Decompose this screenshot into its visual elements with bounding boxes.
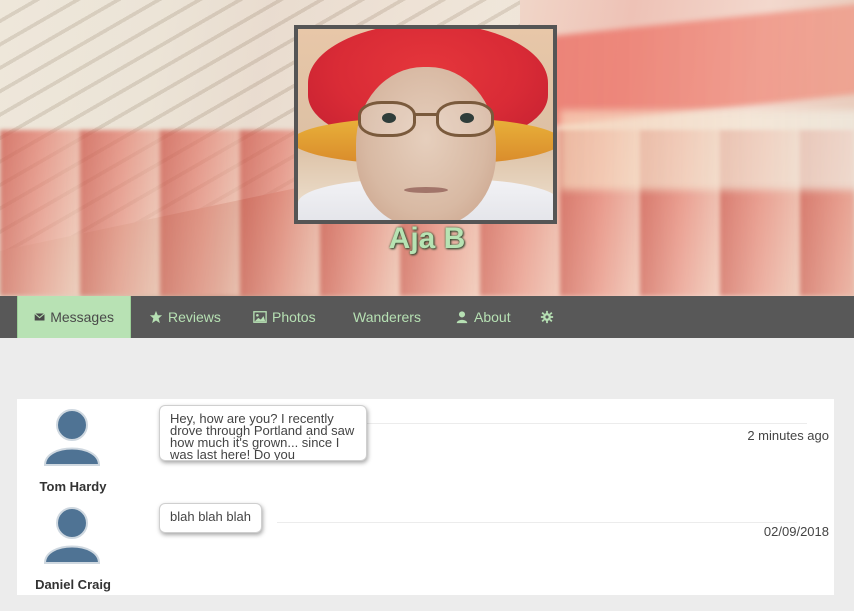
tab-label: Wanderers bbox=[353, 309, 421, 325]
avatar-face bbox=[356, 67, 496, 220]
star-icon bbox=[149, 310, 163, 324]
sender-name: Daniel Craig bbox=[35, 577, 111, 592]
cover-streak bbox=[560, 110, 854, 190]
tab-wanderers[interactable]: Wanderers bbox=[337, 296, 437, 338]
message-divider bbox=[367, 423, 807, 424]
message-divider bbox=[277, 522, 797, 523]
avatar-mouth bbox=[404, 187, 448, 193]
tab-messages[interactable]: Messages bbox=[17, 296, 131, 338]
sender-name: Tom Hardy bbox=[39, 479, 107, 494]
message-text: blah blah blah bbox=[170, 509, 251, 524]
avatar-placeholder-icon bbox=[43, 507, 101, 564]
profile-name: Aja B bbox=[388, 222, 466, 255]
message-time: 02/09/2018 bbox=[763, 524, 829, 539]
message-bubble[interactable]: Hey, how are you? I recently drove throu… bbox=[159, 405, 367, 461]
message-list: Tom Hardy Hey, how are you? I recently d… bbox=[17, 399, 834, 595]
avatar-glasses-bridge bbox=[414, 113, 438, 116]
list-item[interactable]: Daniel Craig blah blah blah 02/09/2018 bbox=[17, 497, 834, 595]
avatar-eye bbox=[382, 113, 396, 123]
tab-label: Reviews bbox=[168, 309, 221, 325]
cover-streak bbox=[540, 2, 854, 128]
profile-avatar[interactable] bbox=[294, 25, 557, 224]
tab-photos[interactable]: Photos bbox=[237, 296, 332, 338]
tab-label: Messages bbox=[50, 309, 114, 325]
tab-label: Photos bbox=[272, 309, 316, 325]
avatar-glasses bbox=[358, 101, 498, 141]
message-text: Hey, how are you? I recently drove throu… bbox=[170, 411, 355, 461]
avatar-placeholder-icon bbox=[43, 409, 101, 466]
list-item[interactable]: Tom Hardy Hey, how are you? I recently d… bbox=[17, 399, 834, 497]
message-bubble[interactable]: blah blah blah bbox=[159, 503, 262, 533]
tab-reviews[interactable]: Reviews bbox=[133, 296, 237, 338]
user-icon bbox=[456, 311, 468, 324]
tab-settings[interactable] bbox=[524, 296, 570, 338]
envelope-icon bbox=[34, 313, 45, 321]
message-time: 2 minutes ago bbox=[747, 428, 829, 443]
message-sender[interactable]: Daniel Craig bbox=[17, 497, 127, 595]
tab-about[interactable]: About bbox=[439, 296, 527, 338]
gear-icon bbox=[540, 310, 554, 324]
message-sender[interactable]: Tom Hardy bbox=[17, 399, 127, 497]
profile-navbar: Messages Reviews Photos Wanderers About bbox=[0, 296, 854, 338]
image-icon bbox=[253, 311, 267, 323]
tab-label: About bbox=[474, 309, 511, 325]
avatar-eye bbox=[460, 113, 474, 123]
